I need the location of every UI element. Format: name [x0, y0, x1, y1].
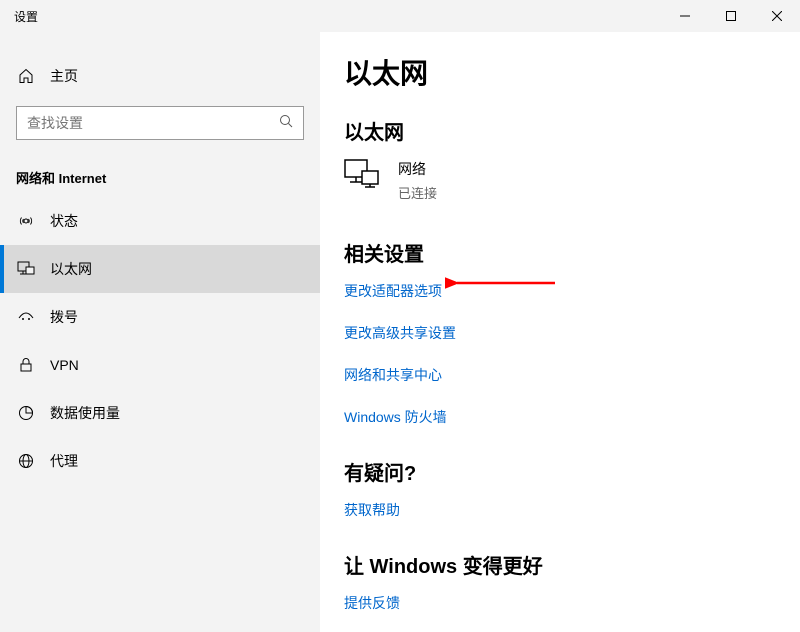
- page-title: 以太网: [344, 52, 800, 92]
- link-feedback[interactable]: 提供反馈: [344, 593, 800, 613]
- maximize-icon: [726, 11, 736, 21]
- proxy-icon: [16, 453, 36, 469]
- network-section-heading: 以太网: [344, 116, 800, 145]
- home-icon: [16, 68, 36, 84]
- help-links: 获取帮助: [344, 500, 800, 520]
- titlebar: 设置: [0, 0, 800, 32]
- network-status: 已连接: [398, 183, 437, 202]
- related-links: 更改适配器选项 更改高级共享设置 网络和共享中心 Windows 防火墙: [344, 281, 800, 427]
- search-input[interactable]: [27, 115, 279, 131]
- minimize-icon: [680, 11, 690, 21]
- link-network-sharing-center[interactable]: 网络和共享中心: [344, 365, 800, 385]
- related-settings-heading: 相关设置: [344, 238, 800, 267]
- network-icon: [344, 159, 380, 194]
- better-heading: 让 Windows 变得更好: [344, 550, 800, 579]
- network-entry[interactable]: 网络 已连接: [344, 159, 800, 202]
- search-box[interactable]: [16, 106, 304, 140]
- sidebar: 主页 网络和 Internet 状态 以太网 拨号: [0, 32, 320, 632]
- window-controls: [662, 0, 800, 32]
- network-name: 网络: [398, 159, 437, 179]
- minimize-button[interactable]: [662, 0, 708, 32]
- maximize-button[interactable]: [708, 0, 754, 32]
- data-usage-icon: [16, 405, 36, 421]
- window-title: 设置: [0, 8, 38, 25]
- link-get-help[interactable]: 获取帮助: [344, 500, 800, 520]
- sidebar-item-label: 代理: [50, 451, 78, 471]
- home-link[interactable]: 主页: [0, 54, 320, 98]
- sidebar-item-label: 数据使用量: [50, 403, 120, 423]
- main-content: 以太网 以太网 网络 已连接 相关设置 更改适配器选项 更改高级共享: [320, 32, 800, 632]
- sidebar-item-label: 拨号: [50, 307, 78, 327]
- question-heading: 有疑问?: [344, 457, 800, 486]
- link-advanced-sharing[interactable]: 更改高级共享设置: [344, 323, 800, 343]
- dialup-icon: [16, 311, 36, 323]
- sidebar-item-dialup[interactable]: 拨号: [0, 293, 320, 341]
- search-icon: [279, 114, 293, 133]
- link-windows-firewall[interactable]: Windows 防火墙: [344, 407, 800, 427]
- link-adapter-options[interactable]: 更改适配器选项: [344, 281, 800, 301]
- sidebar-item-vpn[interactable]: VPN: [0, 341, 320, 389]
- sidebar-item-status[interactable]: 状态: [0, 197, 320, 245]
- feedback-links: 提供反馈: [344, 593, 800, 613]
- home-label: 主页: [50, 66, 78, 86]
- sidebar-item-data-usage[interactable]: 数据使用量: [0, 389, 320, 437]
- sidebar-item-ethernet[interactable]: 以太网: [0, 245, 320, 293]
- window-title-text: 设置: [14, 8, 38, 25]
- nav-section-title: 网络和 Internet: [0, 140, 320, 197]
- status-icon: [16, 213, 36, 229]
- close-button[interactable]: [754, 0, 800, 32]
- vpn-icon: [16, 357, 36, 373]
- sidebar-item-label: 以太网: [50, 259, 92, 279]
- ethernet-icon: [16, 261, 36, 277]
- sidebar-item-label: 状态: [50, 211, 78, 231]
- sidebar-item-proxy[interactable]: 代理: [0, 437, 320, 485]
- close-icon: [772, 11, 782, 21]
- sidebar-item-label: VPN: [50, 357, 79, 373]
